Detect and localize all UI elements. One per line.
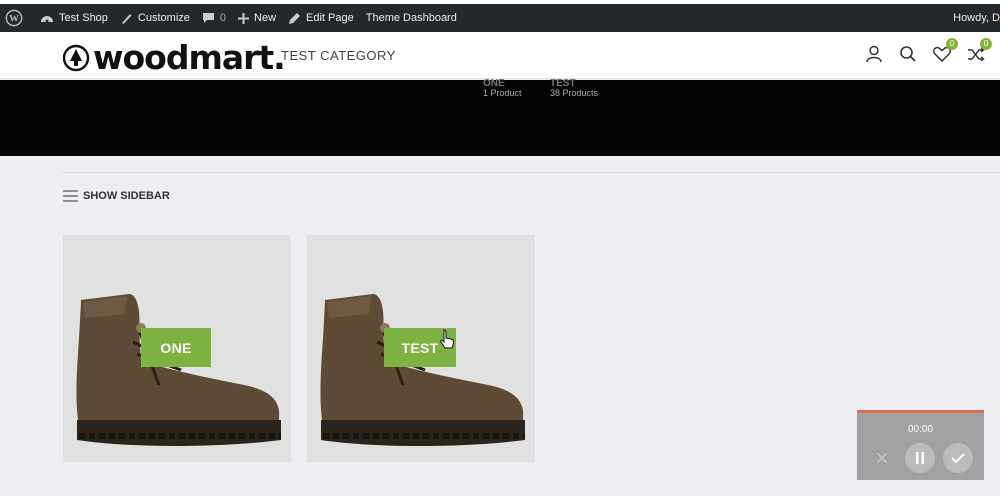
recorder-pause-button[interactable] [905, 443, 935, 473]
edit-page-link[interactable]: Edit Page [282, 4, 360, 32]
compare-count: 0 [980, 38, 992, 50]
comments-count: 0 [219, 12, 227, 24]
banner-category-count: 1 Product [483, 88, 522, 98]
account-button[interactable] [864, 44, 884, 64]
howdy-label: Howdy, D [953, 12, 1000, 24]
comments-link[interactable]: 0 [196, 4, 232, 32]
show-sidebar-label: SHOW SIDEBAR [83, 190, 170, 202]
pause-icon [916, 452, 924, 464]
banner-category-name: TEST [550, 78, 576, 89]
boot-image [76, 294, 281, 446]
comment-icon [202, 13, 214, 23]
new-content-menu[interactable]: New [232, 4, 282, 32]
boot-image [320, 294, 525, 446]
wishlist-button[interactable]: 0 [932, 38, 958, 64]
svg-text:W: W [9, 14, 19, 25]
theme-dashboard-link[interactable]: Theme Dashboard [360, 4, 463, 32]
brush-icon [121, 13, 132, 24]
dashboard-icon [41, 16, 53, 23]
logo-text: woodmart. [93, 38, 286, 77]
recorder-timer: 00:00 [907, 424, 934, 435]
product-card-test[interactable]: TEST [307, 235, 535, 462]
wishlist-count: 0 [946, 38, 958, 50]
wp-logo-menu[interactable]: W [0, 4, 34, 32]
close-icon [876, 452, 888, 464]
edit-page-label: Edit Page [306, 12, 354, 24]
customize-link[interactable]: Customize [114, 4, 196, 32]
site-logo[interactable]: woodmart. [62, 38, 286, 77]
banner-category-name: ONE [483, 78, 505, 89]
hand-cursor-icon [440, 329, 455, 349]
divider [62, 172, 1000, 173]
page-title: TEST CATEGORY [281, 48, 396, 63]
user-icon [866, 45, 882, 63]
site-name-menu[interactable]: Test Shop [34, 4, 114, 32]
site-name: Test Shop [59, 12, 108, 24]
wordpress-icon: W [5, 9, 23, 27]
product-label[interactable]: ONE [141, 328, 211, 367]
show-sidebar-button[interactable]: SHOW SIDEBAR [63, 190, 170, 202]
wp-admin-bar: W Test Shop Customize 0 New Edit Page Th… [0, 4, 1000, 32]
search-button[interactable] [898, 44, 918, 64]
product-card-one[interactable]: ONE [63, 235, 291, 462]
recorder-done-button[interactable] [943, 443, 973, 473]
pencil-icon [289, 12, 301, 24]
site-header: woodmart. TEST CATEGORY 0 0 [0, 32, 1000, 79]
customize-label: Customize [137, 12, 190, 24]
compare-button[interactable]: 0 [966, 38, 992, 64]
banner-category-count: 38 Products [550, 88, 599, 98]
tree-logo-icon [62, 44, 90, 71]
banner-category-test[interactable]: TEST 38 Products [550, 78, 599, 98]
recorder-cancel-button[interactable] [867, 443, 897, 473]
menu-lines-icon [63, 190, 78, 202]
theme-dashboard-label: Theme Dashboard [365, 12, 457, 24]
screen-recorder-widget: 00:00 [857, 410, 984, 480]
my-account-menu[interactable]: Howdy, D [947, 4, 1000, 32]
category-banner: ONE 1 Product TEST 38 Products [0, 78, 1000, 156]
checkmark-icon [951, 453, 965, 464]
new-label: New [254, 12, 277, 24]
search-icon [900, 46, 916, 62]
banner-category-one[interactable]: ONE 1 Product [483, 78, 522, 98]
plus-icon [238, 12, 250, 24]
